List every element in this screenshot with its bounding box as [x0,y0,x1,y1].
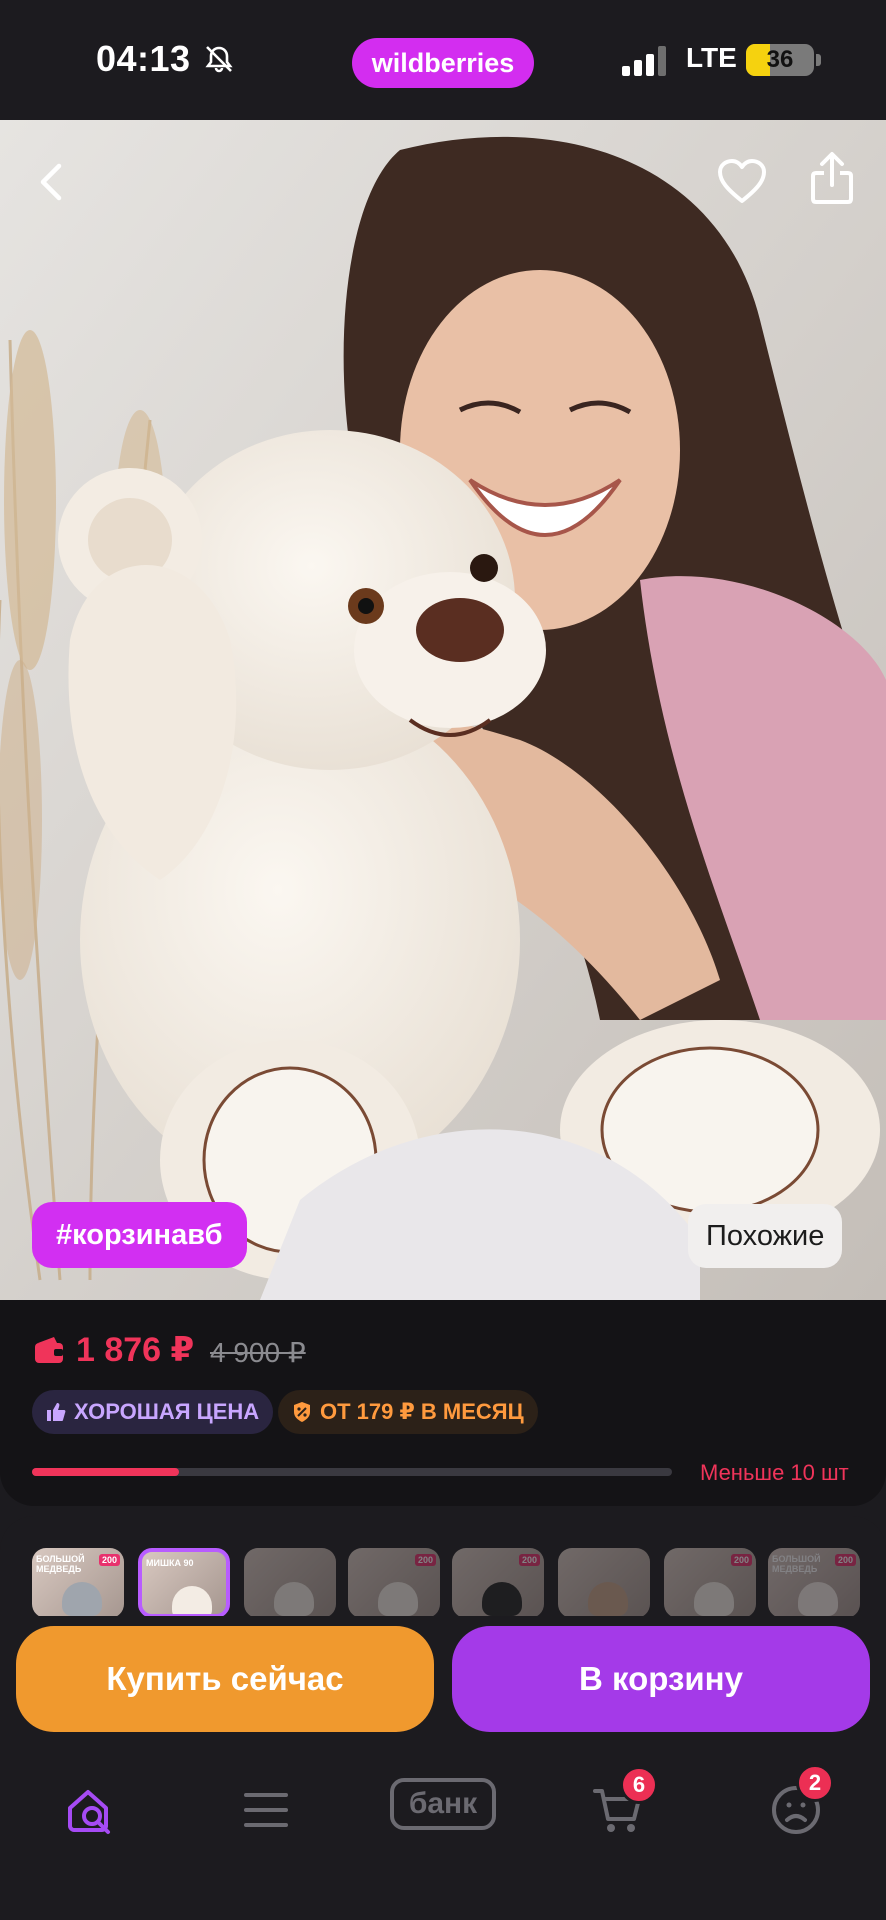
similar-button[interactable]: Похожие [688,1204,843,1268]
installment-badge[interactable]: ОТ 179 ₽ В МЕСЯЦ [278,1390,538,1434]
chevron-left-icon [40,163,62,201]
thumbnail-7[interactable]: 200 [664,1548,756,1616]
favorite-button[interactable] [712,152,772,212]
bell-off-icon [205,46,233,73]
home-search-icon [68,1790,110,1834]
thumbnail-tag: 200 [518,1554,540,1566]
thumbnail-8[interactable]: БОЛЬШОЙ МЕДВЕДЬ 200 [768,1548,860,1616]
thumbnail-bear [274,1582,314,1616]
thumbnail-5[interactable]: 200 [452,1548,544,1616]
thumbnail-tag: 200 [98,1554,120,1566]
thumbnail-bear [798,1582,838,1616]
tab-home-search[interactable] [50,1770,130,1850]
hashtag-chip[interactable]: #корзинавб [32,1202,247,1268]
thumbnail-strip[interactable]: БОЛЬШОЙ МЕДВЕДЬ 200 МИШКА 90 200 200 200… [0,1516,886,1616]
battery-percent: 36 [766,46,794,73]
thumbnail-6[interactable] [558,1548,650,1616]
thumbnail-bear [378,1582,418,1616]
thumbnail-2[interactable]: МИШКА 90 [138,1548,230,1616]
good-price-badge[interactable]: ХОРОШАЯ ЦЕНА [32,1390,274,1434]
profile-count-badge: 2 [796,1764,834,1802]
add-to-cart-button[interactable]: В корзину [452,1626,870,1732]
product-photo[interactable]: #корзинавб Похожие [0,120,886,1300]
wallet-icon [35,1337,63,1363]
menu-icon [244,1793,288,1827]
network-type: LTE [686,42,737,73]
thumbnail-caption: МИШКА 90 [146,1558,194,1568]
product-image-illustration [0,120,886,1300]
wildberries-logo: wildberries [352,38,534,88]
tab-cart[interactable]: 6 [578,1766,658,1850]
thumbnail-bear [482,1582,522,1616]
thumbnail-bear [62,1582,102,1616]
thumbnail-bear [694,1582,734,1616]
thumbs-up-icon [44,1400,68,1424]
battery-cap [816,54,821,66]
cart-count-badge: 6 [620,1766,658,1804]
price-card: 1 876 ₽ 4 900 ₽ ХОРОШАЯ ЦЕНА ОТ 179 ₽ В … [0,1300,886,1506]
tab-bank[interactable]: банк [390,1778,496,1830]
clock: 04:13 [96,38,191,79]
installment-label: ОТ 179 ₽ В МЕСЯЦ [320,1399,524,1424]
thumbnail-bear [588,1582,628,1616]
thumbnail-tag: 200 [834,1554,856,1566]
old-price: 4 900 ₽ [210,1337,306,1368]
status-bar: 04:13 wildberries LTE 36 [0,0,886,120]
share-icon [811,152,853,204]
back-button[interactable] [22,152,82,212]
screen: 04:13 wildberries LTE 36 #корзинавб Похо… [0,0,886,1920]
thumbnail-bear [172,1586,212,1614]
thumbnail-3[interactable] [244,1548,336,1616]
thumbnail-1[interactable]: БОЛЬШОЙ МЕДВЕДЬ 200 [32,1548,124,1616]
share-button[interactable] [802,148,862,208]
tab-catalog[interactable] [226,1770,306,1850]
heart-icon [718,159,766,203]
stock-progress-fill [32,1468,180,1476]
thumbnail-tag: 200 [730,1554,752,1566]
stock-progress-bar [32,1468,672,1476]
percent-shield-icon [290,1400,314,1424]
buy-now-button[interactable]: Купить сейчас [16,1626,434,1732]
signal-icon [622,46,666,76]
stock-label: Меньше 10 шт [700,1460,849,1485]
tab-profile[interactable]: 2 [756,1764,836,1850]
thumbnail-tag: 200 [414,1554,436,1566]
thumbnail-4[interactable]: 200 [348,1548,440,1616]
bottom-tab-bar: банк 6 2 [0,1746,886,1920]
good-price-label: ХОРОШАЯ ЦЕНА [74,1399,260,1424]
battery-icon: 36 [746,44,814,76]
current-price: 1 876 ₽ [76,1331,195,1369]
